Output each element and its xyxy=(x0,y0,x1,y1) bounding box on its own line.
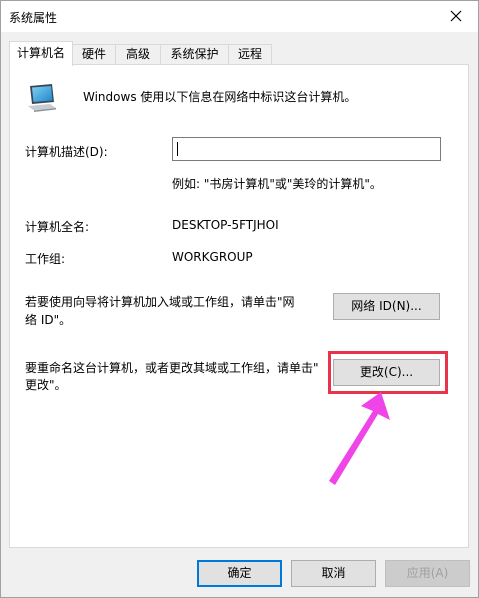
apply-button[interactable]: 应用(A) xyxy=(385,560,470,587)
full-name-value: DESKTOP-5FTJHOI xyxy=(172,218,279,232)
rename-text-line1: 要重命名这台计算机，或者更改其域或工作组，请单击" xyxy=(25,361,319,375)
intro-text: Windows 使用以下信息在网络中标识这台计算机。 xyxy=(83,90,357,104)
tab-remote[interactable]: 远程 xyxy=(228,44,272,64)
change-button[interactable]: 更改(C)... xyxy=(333,359,440,386)
description-label: 计算机描述(D): xyxy=(25,145,108,159)
rename-text-line2: 更改"。 xyxy=(25,378,67,392)
description-example: 例如: "书房计算机"或"美玲的计算机"。 xyxy=(172,177,382,191)
window-title: 系统属性 xyxy=(9,11,58,25)
tab-hardware[interactable]: 硬件 xyxy=(72,44,116,64)
computer-name-panel: Windows 使用以下信息在网络中标识这台计算机。 计算机描述(D): 例如:… xyxy=(9,64,469,548)
ok-button[interactable]: 确定 xyxy=(197,560,282,587)
full-name-label: 计算机全名: xyxy=(25,220,90,234)
system-properties-window: 系统属性 计算机名 硬件 高级 系统保护 远程 Windows 使用以下信息在网… xyxy=(0,0,479,598)
tab-system-protection[interactable]: 系统保护 xyxy=(160,44,229,64)
close-icon xyxy=(450,10,462,22)
network-id-text-line2: 络 ID"。 xyxy=(25,313,72,327)
workgroup-value: WORKGROUP xyxy=(172,250,253,264)
text-caret xyxy=(177,142,178,156)
description-input[interactable] xyxy=(172,137,441,161)
title-bar: 系统属性 xyxy=(1,1,478,32)
workgroup-label: 工作组: xyxy=(25,252,66,266)
network-id-button[interactable]: 网络 ID(N)... xyxy=(333,293,440,320)
cancel-button[interactable]: 取消 xyxy=(291,560,376,587)
tab-advanced[interactable]: 高级 xyxy=(115,44,161,64)
network-id-text-line1: 若要使用向导将计算机加入域或工作组，请单击"网 xyxy=(25,295,295,309)
close-button[interactable] xyxy=(434,1,478,32)
tab-computer-name[interactable]: 计算机名 xyxy=(9,41,73,66)
pointer-arrow-icon xyxy=(329,392,390,485)
computer-icon xyxy=(28,84,56,112)
